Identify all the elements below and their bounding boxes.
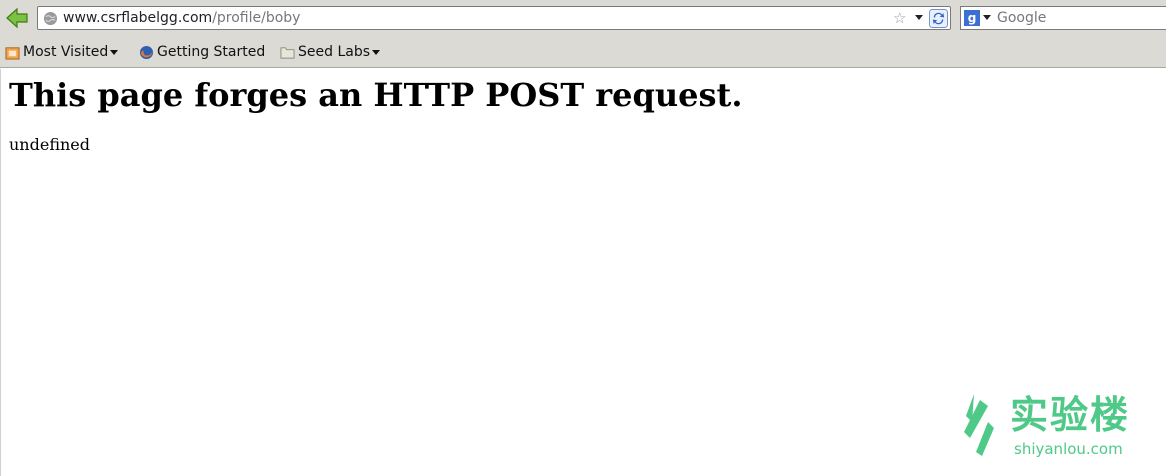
url-text[interactable]: www.csrflabelgg.com/profile/boby bbox=[63, 10, 300, 26]
bookmark-label: Most Visited bbox=[23, 44, 109, 60]
watermark-brand-cn: 实验楼 bbox=[1010, 393, 1131, 437]
chevron-down-icon bbox=[372, 49, 381, 55]
shiyanlou-watermark: 实验楼 shiyanlou.com bbox=[958, 390, 1138, 460]
back-button[interactable] bbox=[5, 6, 29, 30]
url-path: /profile/boby bbox=[212, 10, 301, 26]
bookmark-star-icon[interactable]: ☆ bbox=[893, 9, 906, 27]
search-input[interactable]: Google bbox=[997, 10, 1046, 26]
url-host: www.csrflabelgg.com bbox=[63, 10, 213, 26]
bookmark-getting-started[interactable]: Getting Started bbox=[139, 42, 265, 62]
google-engine-icon[interactable]: g bbox=[964, 10, 980, 26]
search-engine-dropdown-icon[interactable] bbox=[983, 15, 991, 20]
navigation-toolbar: www.csrflabelgg.com/profile/boby ☆ g Goo… bbox=[0, 0, 1166, 36]
folder-icon bbox=[280, 46, 295, 59]
bookmark-seed-labs[interactable]: Seed Labs bbox=[280, 42, 381, 62]
most-visited-icon bbox=[5, 46, 20, 60]
shiyanlou-logo-icon bbox=[964, 394, 994, 456]
bookmark-label: Seed Labs bbox=[298, 44, 371, 60]
firefox-icon bbox=[139, 45, 154, 59]
search-bar[interactable]: g Google bbox=[960, 6, 1166, 30]
history-dropdown-icon[interactable] bbox=[915, 15, 923, 20]
bookmarks-toolbar: Most Visited Getting Started Seed Labs bbox=[0, 36, 1166, 68]
address-bar[interactable]: www.csrflabelgg.com/profile/boby ☆ bbox=[37, 6, 951, 30]
bookmark-label: Getting Started bbox=[157, 44, 266, 60]
back-arrow-icon bbox=[6, 7, 28, 29]
page-title: This page forges an HTTP POST request. bbox=[9, 76, 743, 114]
result-text: undefined bbox=[9, 135, 91, 154]
watermark-brand-en: shiyanlou.com bbox=[1014, 440, 1123, 458]
chevron-down-icon bbox=[110, 49, 119, 55]
reload-icon[interactable] bbox=[929, 9, 948, 28]
globe-icon bbox=[43, 11, 58, 26]
bookmark-most-visited[interactable]: Most Visited bbox=[5, 42, 119, 62]
